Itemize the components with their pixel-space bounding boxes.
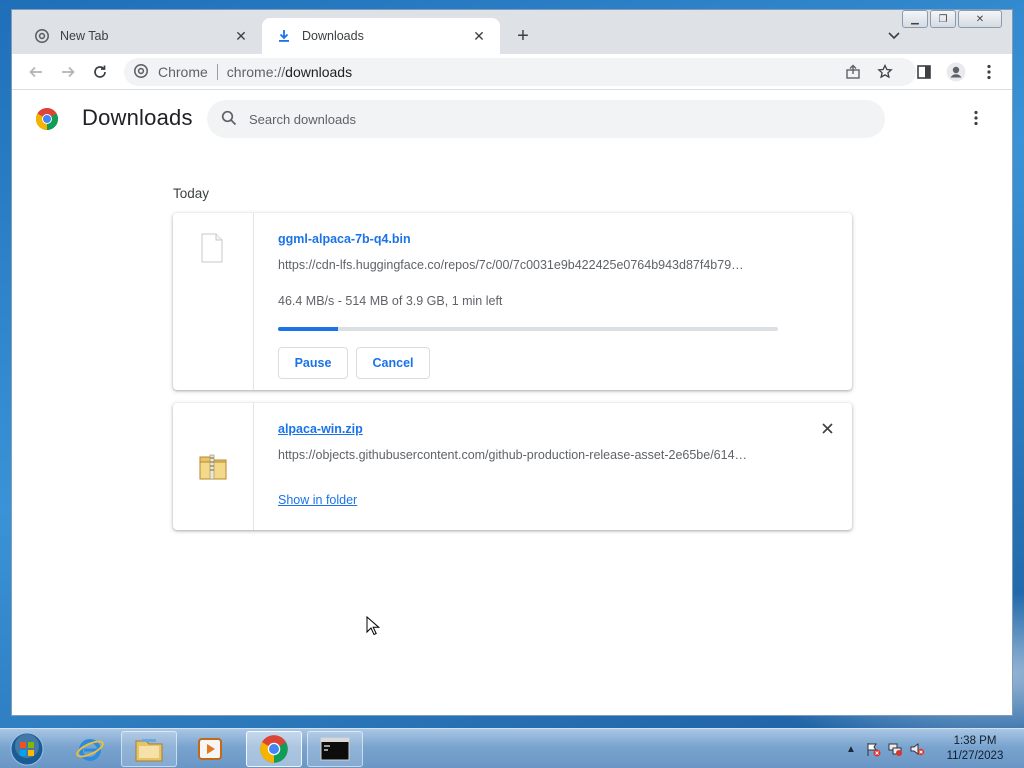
system-tray: ▲ xyxy=(843,737,925,761)
new-tab-button[interactable]: + xyxy=(512,25,534,47)
mouse-cursor-icon xyxy=(366,616,380,636)
chrome-logo-icon xyxy=(35,107,59,131)
side-panel-icon[interactable] xyxy=(912,60,936,84)
download-source-url[interactable]: https://objects.githubusercontent.com/gi… xyxy=(278,448,778,462)
close-tab-icon[interactable]: ✕ xyxy=(470,27,488,45)
download-icon-column xyxy=(173,213,254,390)
clock-date: 11/27/2023 xyxy=(946,750,1004,762)
url-host: downloads xyxy=(285,64,353,80)
page-title: Downloads xyxy=(82,105,193,130)
show-hidden-icons-icon[interactable]: ▲ xyxy=(843,741,859,757)
close-tab-icon[interactable]: ✕ xyxy=(232,27,250,45)
download-filename-link[interactable]: alpaca-win.zip xyxy=(278,422,363,436)
address-bar[interactable]: Chrome chrome://downloads xyxy=(124,58,916,86)
internet-explorer-icon[interactable] xyxy=(62,731,118,767)
zip-folder-icon xyxy=(199,454,227,480)
search-downloads-field[interactable] xyxy=(207,100,885,138)
download-progress-bar xyxy=(278,327,778,331)
browser-toolbar: Chrome chrome://downloads xyxy=(12,54,1012,90)
tab-downloads[interactable]: Downloads ✕ xyxy=(262,18,500,54)
remove-download-icon[interactable] xyxy=(818,419,836,437)
reload-icon[interactable] xyxy=(88,60,112,84)
cmd-icon[interactable] xyxy=(307,731,363,767)
site-chip-label: Chrome xyxy=(158,64,208,80)
chrome-window: New Tab ✕ Downloads ✕ + ▁ ❐ ✕ Chrome chr… xyxy=(11,9,1013,716)
network-icon[interactable] xyxy=(887,741,903,757)
windows-taskbar: ▲ 1:38 PM 11/27/2023 xyxy=(0,728,1024,768)
show-in-folder-link[interactable]: Show in folder xyxy=(278,493,357,507)
downloads-header: Downloads xyxy=(12,90,1012,146)
cancel-button[interactable]: Cancel xyxy=(356,347,430,379)
search-downloads-input[interactable] xyxy=(249,111,849,127)
url-scheme: chrome:// xyxy=(226,64,286,80)
chrome-icon xyxy=(134,64,150,80)
back-icon[interactable] xyxy=(24,60,48,84)
date-group-label: Today xyxy=(173,186,210,201)
start-button-icon[interactable] xyxy=(8,731,46,767)
window-controls: ▁ ❐ ✕ xyxy=(902,10,1002,28)
chrome-icon[interactable] xyxy=(246,731,302,767)
downloads-page: Downloads Today ggml-alpaca-7b-q4.bin xyxy=(12,90,1012,715)
address-divider xyxy=(216,64,218,80)
minimize-icon[interactable]: ▁ xyxy=(902,10,928,28)
download-item: alpaca-win.zip https://objects.githubuse… xyxy=(173,403,852,530)
search-icon xyxy=(221,110,239,128)
site-chip[interactable]: Chrome xyxy=(134,64,208,80)
media-player-icon[interactable] xyxy=(182,731,238,767)
system-clock[interactable]: 1:38 PM 11/27/2023 xyxy=(938,734,1012,764)
browser-menu-icon[interactable] xyxy=(977,60,1001,84)
tab-title: Downloads xyxy=(302,29,364,43)
share-icon[interactable] xyxy=(841,60,865,84)
download-status: 46.4 MB/s - 514 MB of 3.9 GB, 1 min left xyxy=(278,294,503,308)
download-filename[interactable]: ggml-alpaca-7b-q4.bin xyxy=(278,232,411,246)
chrome-icon xyxy=(34,28,50,44)
download-icon-column xyxy=(173,403,254,530)
downloads-menu-icon[interactable] xyxy=(966,108,986,128)
bookmark-star-icon[interactable] xyxy=(873,60,897,84)
download-source-url[interactable]: https://cdn-lfs.huggingface.co/repos/7c/… xyxy=(278,258,778,272)
pause-button[interactable]: Pause xyxy=(278,347,348,379)
close-window-icon[interactable]: ✕ xyxy=(958,10,1002,28)
restore-icon[interactable]: ❐ xyxy=(930,10,956,28)
tab-title: New Tab xyxy=(60,29,109,43)
download-icon xyxy=(276,28,292,44)
download-progress-fill xyxy=(278,327,338,331)
volume-muted-icon[interactable] xyxy=(909,741,925,757)
download-item: ggml-alpaca-7b-q4.bin https://cdn-lfs.hu… xyxy=(173,213,852,390)
profile-avatar-icon[interactable] xyxy=(944,60,968,84)
action-center-flag-icon[interactable] xyxy=(865,741,881,757)
generic-file-icon xyxy=(201,233,223,263)
tab-strip: New Tab ✕ Downloads ✕ + ▁ ❐ ✕ xyxy=(12,10,1012,54)
clock-time: 1:38 PM xyxy=(953,735,997,747)
tab-search-icon[interactable] xyxy=(884,26,904,46)
tab-new-tab[interactable]: New Tab ✕ xyxy=(12,18,262,54)
forward-icon[interactable] xyxy=(56,60,80,84)
file-explorer-icon[interactable] xyxy=(121,731,177,767)
